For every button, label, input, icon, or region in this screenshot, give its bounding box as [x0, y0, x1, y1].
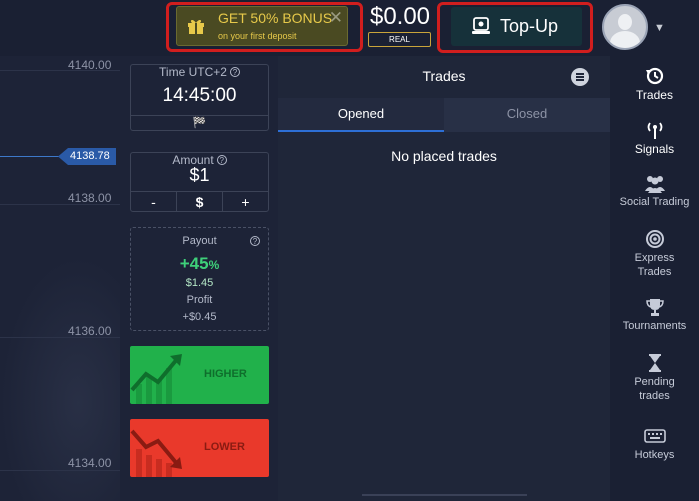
help-icon[interactable]: ?	[216, 155, 227, 165]
sidebar-item-label: Tournaments	[622, 320, 687, 332]
payout-caption: Payout	[182, 235, 217, 247]
empty-trades-message: No placed trades	[391, 148, 497, 164]
sidebar-item-trades[interactable]: Trades	[610, 66, 699, 102]
current-price-tag: 4138.78	[58, 148, 116, 165]
payout-percent-sign: %	[208, 258, 220, 272]
sidebar-item-label: Express Trades	[634, 252, 675, 278]
higher-button[interactable]: HIGHER	[130, 346, 269, 404]
time-value[interactable]: 14:45:00	[131, 85, 268, 107]
wallet-icon	[472, 17, 490, 34]
people-icon	[644, 176, 665, 193]
tab-opened[interactable]: Opened	[278, 98, 444, 132]
trades-title: Trades	[422, 68, 466, 84]
higher-label: HIGHER	[204, 368, 247, 380]
help-icon[interactable]: ?	[250, 236, 260, 246]
time-field[interactable]: Time UTC+2? 14:45:00 🏁	[130, 64, 269, 131]
avatar[interactable]	[602, 4, 648, 50]
increase-amount-button[interactable]: +	[223, 192, 268, 212]
trades-history-icon	[645, 67, 663, 85]
trades-tabs: Opened Closed	[278, 98, 610, 132]
help-icon[interactable]: ?	[229, 67, 240, 77]
price-label: 4140.00	[68, 58, 112, 72]
tab-closed[interactable]: Closed	[444, 98, 610, 132]
decrease-amount-button[interactable]: -	[131, 192, 176, 212]
balance-amount[interactable]: $0.00	[366, 3, 434, 31]
currency-toggle-button[interactable]: $	[176, 192, 223, 212]
sidebar-item-tournaments[interactable]: Tournaments	[610, 297, 699, 333]
time-caption-row: Time UTC+2?	[131, 65, 268, 79]
sidebar-item-social-trading[interactable]: Social Trading	[610, 173, 699, 209]
sidebar-item-label: Trades	[636, 88, 673, 102]
lower-button[interactable]: LOWER	[130, 419, 269, 477]
list-menu-icon[interactable]	[571, 68, 589, 86]
chevron-down-icon[interactable]: ▼	[654, 22, 665, 34]
profit-label: Profit	[186, 294, 213, 306]
trophy-icon	[645, 299, 664, 316]
user-icon-body	[610, 31, 640, 48]
sidebar-item-pending-trades[interactable]: Pending trades	[610, 353, 699, 403]
price-label: 4138.00	[68, 191, 112, 205]
sidebar-item-label: Pending trades	[634, 376, 675, 402]
deal-panel: Time UTC+2? 14:45:00 🏁 Amount? $1 - $ + …	[120, 56, 278, 501]
sidebar-item-hotkeys[interactable]: Hotkeys	[610, 426, 699, 462]
payout-amount: $1.45	[185, 277, 214, 289]
price-label: 4134.00	[68, 456, 112, 470]
amount-value[interactable]: $1	[131, 165, 268, 186]
top-bar: GET 50% BONUS on your first deposit ✕ $0…	[0, 0, 699, 56]
lower-label: LOWER	[204, 441, 245, 453]
price-label: 4136.00	[68, 324, 112, 338]
sidebar-item-label: Social Trading	[619, 196, 690, 208]
bonus-banner[interactable]: GET 50% BONUS on your first deposit ✕	[176, 6, 348, 46]
arrow-down-chart-icon	[130, 429, 182, 477]
finish-flag-icon[interactable]: 🏁	[131, 115, 268, 131]
sidebar-item-signals[interactable]: Signals	[610, 120, 699, 156]
profit-value: +$0.45	[182, 311, 217, 323]
price-chart[interactable]: 4140.00 4138.78 4138.00 4136.00 4134.00	[0, 56, 120, 501]
amount-field[interactable]: Amount? $1 - $ +	[130, 152, 269, 212]
sidebar-item-express-trades[interactable]: Express Trades	[610, 229, 699, 279]
topup-button[interactable]: Top-Up	[451, 7, 582, 46]
gift-icon	[188, 19, 204, 34]
current-price-line	[0, 156, 60, 157]
bonus-title: GET 50% BONUS	[218, 10, 333, 26]
payout-percent: +45%	[131, 254, 268, 274]
topup-label: Top-Up	[500, 16, 559, 36]
payout-percent-value: +45	[179, 254, 209, 273]
sidebar-item-label: Hotkeys	[634, 449, 675, 461]
keyboard-icon	[643, 429, 666, 443]
bonus-subtitle: on your first deposit	[218, 31, 297, 41]
payout-box: Payout ? +45% $1.45 Profit +$0.45	[130, 227, 269, 331]
trades-panel: Trades Opened Closed No placed trades	[278, 56, 610, 501]
user-icon	[618, 14, 632, 30]
hourglass-icon	[648, 354, 661, 372]
account-type-badge[interactable]: REAL	[368, 32, 431, 47]
close-icon[interactable]: ✕	[329, 8, 343, 28]
sidebar-item-label: Signals	[634, 142, 675, 156]
signal-antenna-icon	[647, 122, 662, 139]
arrow-up-chart-icon	[130, 354, 182, 404]
grid-line	[0, 470, 120, 471]
target-icon	[645, 230, 664, 248]
time-caption: Time UTC+2	[159, 65, 227, 79]
scrollbar[interactable]	[362, 494, 527, 496]
right-sidebar: Trades Signals Social Trading Express Tr…	[610, 56, 699, 501]
amount-controls: - $ +	[131, 191, 268, 212]
